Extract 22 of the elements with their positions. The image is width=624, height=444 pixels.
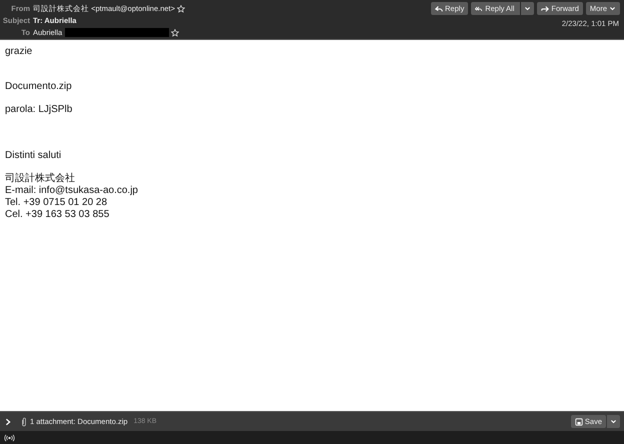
body-text: parola: LJjSPlb [5,104,74,116]
body-text: Cel. +39 163 53 03 855 [5,209,110,221]
dropdown-button[interactable] [521,2,534,15]
body-text: Distinti saluti [5,150,62,162]
body-text: Tel. +39 0715 01 20 28 [5,197,108,209]
reply-all-icon [475,4,484,12]
forward-arrow-icon [541,4,550,12]
star-icon[interactable] [171,28,180,36]
reply-arrow-icon [435,4,444,12]
save-icon [574,418,583,426]
paperclip-icon [21,416,27,426]
body-text: Documento.zip [5,81,73,93]
body-text: E-mail: info@tsukasa-ao.co.jp [5,185,139,197]
star-icon[interactable] [177,4,186,12]
chevron-right-icon[interactable] [4,418,12,426]
chevron-down-icon [610,418,617,425]
chevron-down-icon [609,5,616,12]
chevron-down-icon [524,5,532,12]
body-text: 司設計株式会社 [5,173,76,185]
dropdown-button[interactable] [607,415,620,428]
broadcast-icon[interactable] [4,434,15,442]
body-text: grazie [5,46,34,58]
